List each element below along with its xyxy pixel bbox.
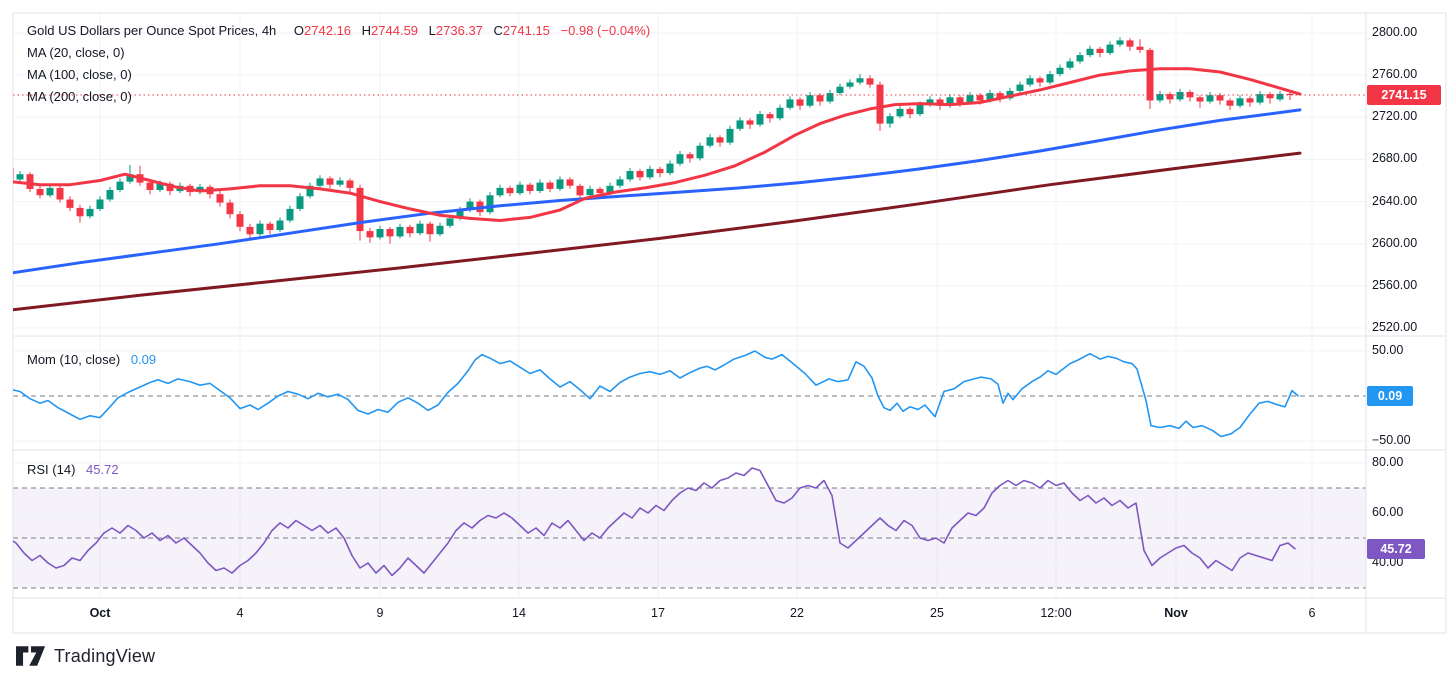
momentum-label: Mom (10, close) [27,352,120,367]
ohlc-high-value: 2744.59 [371,23,418,38]
axis-tick-label: 60.00 [1372,505,1403,519]
chart-canvas[interactable] [0,0,1454,679]
rsi-badge: 45.72 [1367,539,1425,559]
legend-ma200-row[interactable]: MA (200, close, 0) [27,89,132,104]
axis-tick-label: 2760.00 [1372,67,1417,81]
momentum-value: 0.09 [131,352,156,367]
axis-tick-label: 2560.00 [1372,278,1417,292]
legend-rsi-row[interactable]: RSI (14) 45.72 [27,462,119,477]
tradingview-logo-text: TradingView [54,646,155,667]
axis-tick-label: 2520.00 [1372,320,1417,334]
time-tick-label: Oct [90,606,111,620]
symbol-title: Gold US Dollars per Ounce Spot Prices, 4… [27,23,276,38]
ohlc-close-value: 2741.15 [503,23,550,38]
axis-tick-label: 2720.00 [1372,109,1417,123]
legend-ma20-row[interactable]: MA (20, close, 0) [27,45,125,60]
rsi-value: 45.72 [86,462,119,477]
legend-symbol-row[interactable]: Gold US Dollars per Ounce Spot Prices, 4… [27,23,650,38]
momentum-badge: 0.09 [1367,386,1413,406]
tradingview-logo-icon [16,645,46,667]
axis-tick-label: 2680.00 [1372,151,1417,165]
axis-tick-label: 2640.00 [1372,194,1417,208]
axis-tick-label: 2600.00 [1372,236,1417,250]
time-tick-label: 25 [930,606,944,620]
time-tick-label: 6 [1309,606,1316,620]
time-tick-label: Nov [1164,606,1188,620]
time-tick-label: 14 [512,606,526,620]
time-tick-label: 9 [377,606,384,620]
tradingview-logo-link[interactable]: TradingView [16,645,155,667]
time-tick-label: 12:00 [1040,606,1071,620]
tradingview-chart: Gold US Dollars per Ounce Spot Prices, 4… [0,0,1454,679]
axis-tick-label: 2800.00 [1372,25,1417,39]
ohlc-low-value: 2736.37 [436,23,483,38]
legend-momentum-row[interactable]: Mom (10, close) 0.09 [27,352,156,367]
ohlc-close-label: C [494,23,503,38]
ma100-label: MA (100, close, 0) [27,67,132,82]
legend-ma100-row[interactable]: MA (100, close, 0) [27,67,132,82]
axis-tick-label: −50.00 [1372,433,1411,447]
ohlc-open-value: 2742.16 [304,23,351,38]
ohlc-open-label: O [294,23,304,38]
last-price-badge: 2741.15 [1367,85,1441,105]
time-tick-label: 4 [237,606,244,620]
axis-tick-label: 50.00 [1372,343,1403,357]
ohlc-low-label: L [429,23,436,38]
ohlc-high-label: H [362,23,371,38]
time-tick-label: 17 [651,606,665,620]
time-tick-label: 22 [790,606,804,620]
ma200-label: MA (200, close, 0) [27,89,132,104]
rsi-label: RSI (14) [27,462,75,477]
axis-tick-label: 80.00 [1372,455,1403,469]
ma20-label: MA (20, close, 0) [27,45,125,60]
ohlc-change-value: −0.98 (−0.04%) [561,23,651,38]
